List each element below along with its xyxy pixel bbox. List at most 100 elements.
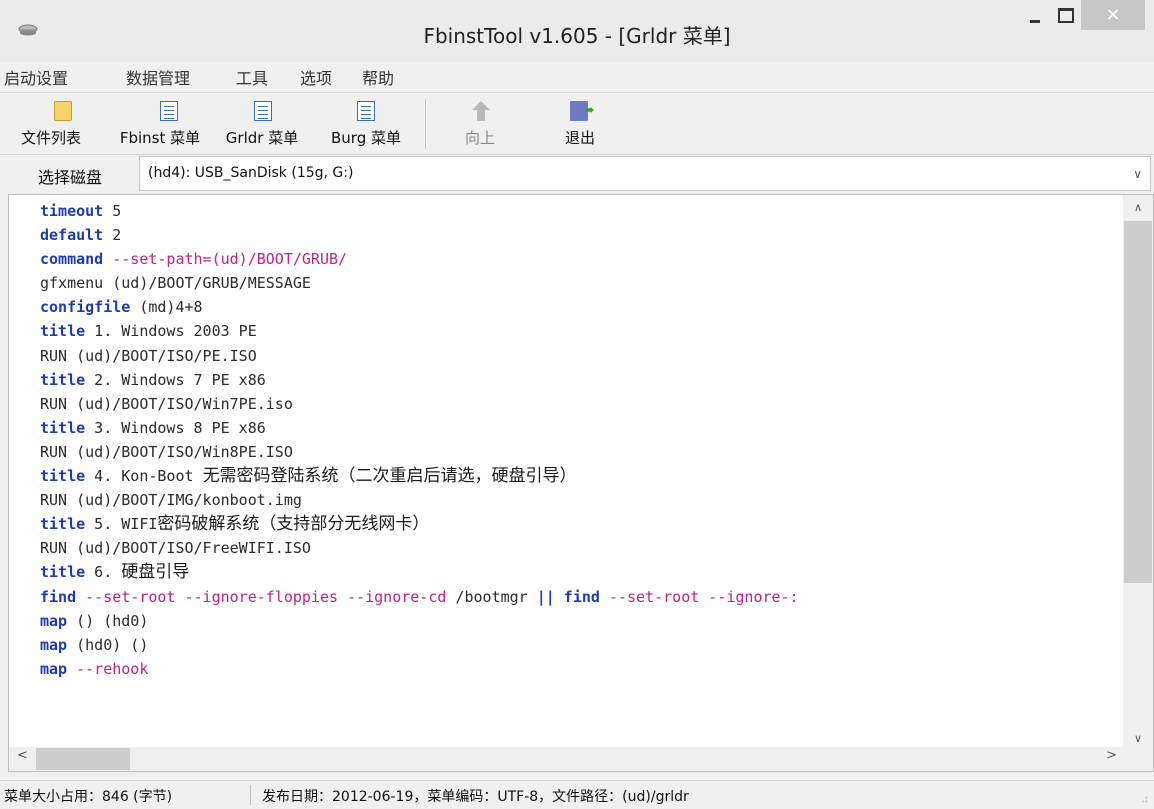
- vertical-scroll-thumb[interactable]: [1124, 221, 1152, 583]
- code-line[interactable]: RUN (ud)/BOOT/ISO/FreeWIFI.ISO: [40, 536, 799, 560]
- maximize-button[interactable]: [1046, 0, 1080, 32]
- code-token: map: [40, 611, 68, 630]
- scroll-right-icon[interactable]: >: [1106, 748, 1117, 763]
- close-button[interactable]: ×: [1081, 0, 1145, 30]
- code-token: 5. WIFI: [85, 515, 158, 534]
- code-token: title: [40, 563, 86, 582]
- up-button[interactable]: 向上: [452, 97, 508, 149]
- close-icon: ×: [1105, 4, 1121, 25]
- document-icon: [160, 101, 178, 121]
- code-line[interactable]: RUN (ud)/BOOT/ISO/Win7PE.iso: [40, 392, 799, 416]
- code-token: command: [40, 250, 104, 269]
- code-token: --set-path=(ud)/BOOT/GRUB/: [103, 250, 348, 269]
- code-line[interactable]: configfile (md)4+8: [40, 295, 799, 319]
- code-line[interactable]: map (hd0) (): [40, 633, 799, 657]
- code-line[interactable]: RUN (ud)/BOOT/ISO/Win8PE.ISO: [40, 440, 799, 464]
- code-token: 6.: [85, 563, 122, 582]
- code-line[interactable]: map --rehook: [40, 657, 799, 681]
- code-token: (hd0) (): [67, 635, 149, 654]
- disk-select-value: (hd4): USB_SanDisk (15g, G:): [148, 165, 354, 181]
- code-line[interactable]: title 5. WIFI密码破解系统（支持部分无线网卡）: [40, 512, 799, 536]
- up-label: 向上: [464, 129, 495, 147]
- app-window: FbinstTool v1.605 - [Grldr 菜单] × 启动设置 数据…: [0, 0, 1154, 809]
- code-text[interactable]: timeout 5 default 2 command --set-path=(ud…: [40, 199, 799, 681]
- code-token: map: [40, 659, 68, 678]
- code-line[interactable]: title 2. Windows 7 PE x86: [40, 368, 799, 392]
- status-separator: [250, 785, 251, 805]
- code-token: RUN (ud)/BOOT/ISO/PE.ISO: [40, 346, 257, 365]
- burg-menu-button[interactable]: Burg 菜单: [316, 97, 416, 149]
- menu-help[interactable]: 帮助: [362, 65, 394, 89]
- fbinst-menu-button[interactable]: Fbinst 菜单: [108, 97, 212, 149]
- code-token: default: [40, 226, 104, 245]
- toolbar: 文件列表 Fbinst 菜单 Grldr 菜单 Burg 菜单 向上 退出: [0, 92, 1154, 154]
- code-token: find: [40, 587, 77, 606]
- menu-options[interactable]: 选项: [300, 65, 332, 89]
- code-token: 硬盘引导: [121, 562, 190, 583]
- code-token: /bootmgr: [455, 587, 537, 606]
- code-token: 4. Kon-Boot: [85, 467, 203, 486]
- code-token: title: [40, 515, 86, 534]
- code-token: RUN (ud)/BOOT/ISO/Win8PE.ISO: [40, 442, 293, 461]
- code-token: (md)4+8: [130, 298, 203, 317]
- code-token: --set-root --ignore-floppies --ignore-cd: [76, 587, 456, 606]
- scroll-left-icon[interactable]: <: [17, 748, 28, 763]
- status-file-info: 发布日期：2012-06-19，菜单编码：UTF-8，文件路径：(ud)/grl…: [262, 789, 689, 805]
- code-line[interactable]: find --set-root --ignore-floppies --igno…: [40, 585, 799, 609]
- burg-menu-label: Burg 菜单: [331, 129, 401, 147]
- scroll-down-icon[interactable]: ∨: [1123, 732, 1153, 745]
- code-line[interactable]: title 1. Windows 2003 PE: [40, 319, 799, 343]
- code-token: 2. Windows 7 PE x86: [85, 370, 266, 389]
- menu-editor[interactable]: timeout 5 default 2 command --set-path=(ud…: [8, 194, 1154, 772]
- exit-label: 退出: [564, 129, 595, 147]
- code-line[interactable]: default 2: [40, 223, 799, 247]
- code-token: RUN (ud)/BOOT/ISO/FreeWIFI.ISO: [40, 539, 311, 558]
- disk-select-label: 选择磁盘: [38, 168, 103, 187]
- code-line[interactable]: RUN (ud)/BOOT/ISO/PE.ISO: [40, 344, 799, 368]
- code-token: RUN (ud)/BOOT/IMG/konboot.img: [40, 491, 302, 510]
- code-token: 密码破解系统（支持部分无线网卡）: [157, 514, 430, 535]
- code-token: timeout: [40, 202, 104, 220]
- fbinst-menu-label: Fbinst 菜单: [119, 129, 201, 147]
- disk-select-dropdown[interactable]: (hd4): USB_SanDisk (15g, G:) ∨: [139, 156, 1151, 191]
- menu-data-management[interactable]: 数据管理: [126, 65, 190, 89]
- code-token: map: [40, 635, 68, 654]
- exit-button[interactable]: 退出: [552, 97, 608, 149]
- grldr-menu-label: Grldr 菜单: [225, 129, 299, 147]
- disk-selector-bar: 选择磁盘 (hd4): USB_SanDisk (15g, G:) ∨: [0, 154, 1154, 192]
- status-bar: 菜单大小占用：846 (字节) 发布日期：2012-06-19，菜单编码：UTF…: [0, 780, 1154, 809]
- file-list-label: 文件列表: [20, 129, 81, 147]
- code-token: find: [563, 587, 600, 606]
- code-line[interactable]: title 4. Kon-Boot 无需密码登陆系统（二次重启后请选，硬盘引导）: [40, 464, 799, 488]
- code-token: title: [40, 467, 86, 486]
- scroll-up-icon[interactable]: ∧: [1123, 201, 1153, 214]
- code-token: 3. Windows 8 PE x86: [85, 418, 266, 437]
- file-list-button[interactable]: 文件列表: [2, 97, 100, 149]
- menu-tools[interactable]: 工具: [236, 65, 268, 89]
- grldr-menu-button[interactable]: Grldr 菜单: [216, 97, 308, 149]
- code-token: --rehook: [67, 659, 149, 678]
- code-line[interactable]: title 3. Windows 8 PE x86: [40, 416, 799, 440]
- vertical-scrollbar[interactable]: ∧ ∨: [1123, 195, 1153, 747]
- horizontal-scroll-thumb[interactable]: [36, 748, 130, 770]
- exit-icon: [570, 101, 588, 121]
- code-token: ||: [536, 587, 555, 606]
- toolbar-separator: [425, 99, 426, 149]
- code-token: gfxmenu (ud)/BOOT/GRUB/MESSAGE: [40, 274, 311, 293]
- code-token: 1. Windows 2003 PE: [85, 322, 257, 341]
- code-line[interactable]: map () (hd0): [40, 609, 799, 633]
- code-token: 无需密码登陆系统（二次重启后请选，硬盘引导）: [202, 466, 577, 487]
- horizontal-scrollbar[interactable]: < >: [9, 747, 1125, 771]
- code-token: 2: [103, 226, 122, 245]
- menu-boot-settings[interactable]: 启动设置: [4, 65, 68, 89]
- code-token: title: [40, 418, 86, 437]
- code-line[interactable]: timeout 5: [40, 199, 799, 223]
- code-line[interactable]: RUN (ud)/BOOT/IMG/konboot.img: [40, 488, 799, 512]
- code-line[interactable]: gfxmenu (ud)/BOOT/GRUB/MESSAGE: [40, 271, 799, 295]
- code-line[interactable]: title 6. 硬盘引导: [40, 560, 799, 584]
- code-line[interactable]: command --set-path=(ud)/BOOT/GRUB/: [40, 247, 799, 271]
- title-bar[interactable]: FbinstTool v1.605 - [Grldr 菜单] ×: [0, 0, 1154, 62]
- code-token: RUN (ud)/BOOT/ISO/Win7PE.iso: [40, 394, 293, 413]
- resize-grip-icon[interactable]: .:: [1141, 794, 1148, 805]
